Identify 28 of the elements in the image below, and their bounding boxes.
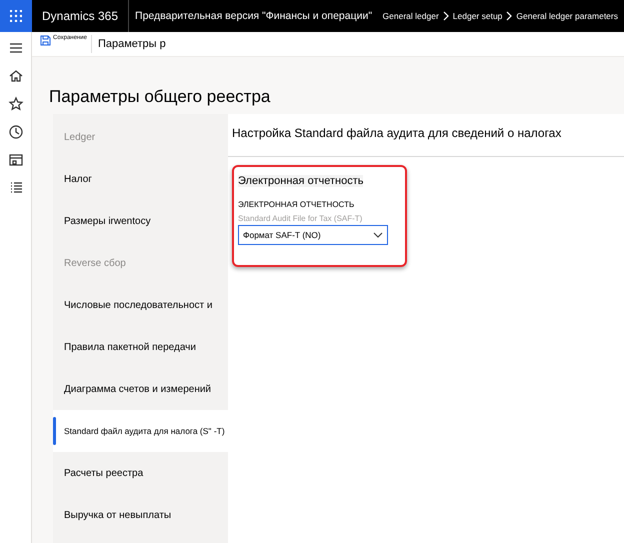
group-subheading: ЭЛЕКТРОННАЯ ОТЧЕТНОСТЬ	[238, 200, 356, 209]
breadcrumb-link[interactable]: General ledger	[382, 11, 439, 21]
sidebar-tab[interactable]: Числовые последовательност и	[53, 284, 228, 326]
home-icon[interactable]	[8, 68, 24, 84]
section-title: Настройка Standard файла аудита для сведений о налогах	[232, 126, 562, 140]
breadcrumb-link[interactable]: Ledger setup	[452, 11, 502, 21]
page-title: Параметры общего реестра	[49, 87, 272, 107]
save-icon	[40, 35, 51, 46]
sidebar-tab[interactable]: Расчеты реестра	[53, 452, 228, 494]
workspace-icon[interactable]	[8, 152, 24, 168]
page-name: Параметры р	[96, 38, 166, 50]
sidebar-tab[interactable]: Правила пакетной передачи	[53, 326, 228, 368]
sidebar-tab[interactable]: Выручка от невыплаты	[53, 494, 228, 536]
chevron-icon	[506, 11, 512, 21]
sidebar-tab[interactable]: Налог	[53, 158, 228, 200]
sidebar-tab[interactable]: Диаграмма счетов и измерений	[53, 368, 228, 410]
app-title: Предварительная версия "Финансы и операции"	[134, 10, 374, 22]
breadcrumb-link[interactable]: General ledger parameters	[516, 11, 618, 21]
clock-icon[interactable]	[8, 124, 24, 140]
group-title: Электронная отчетность	[238, 175, 364, 187]
sidebar-tab[interactable]: Standard файл аудита для налога (S" -T)	[53, 410, 228, 452]
sidebar-tab[interactable]: Размеры irwentocy	[53, 200, 228, 242]
field-label: Standard Audit File for Tax (SAF-T)	[238, 214, 364, 223]
chevron-icon	[442, 11, 449, 21]
caret-icon	[373, 232, 383, 238]
format-dropdown[interactable]: Формат SAF-T (NO)	[238, 225, 388, 245]
app-launcher-icon[interactable]	[0, 0, 32, 32]
star-icon[interactable]	[8, 96, 24, 112]
